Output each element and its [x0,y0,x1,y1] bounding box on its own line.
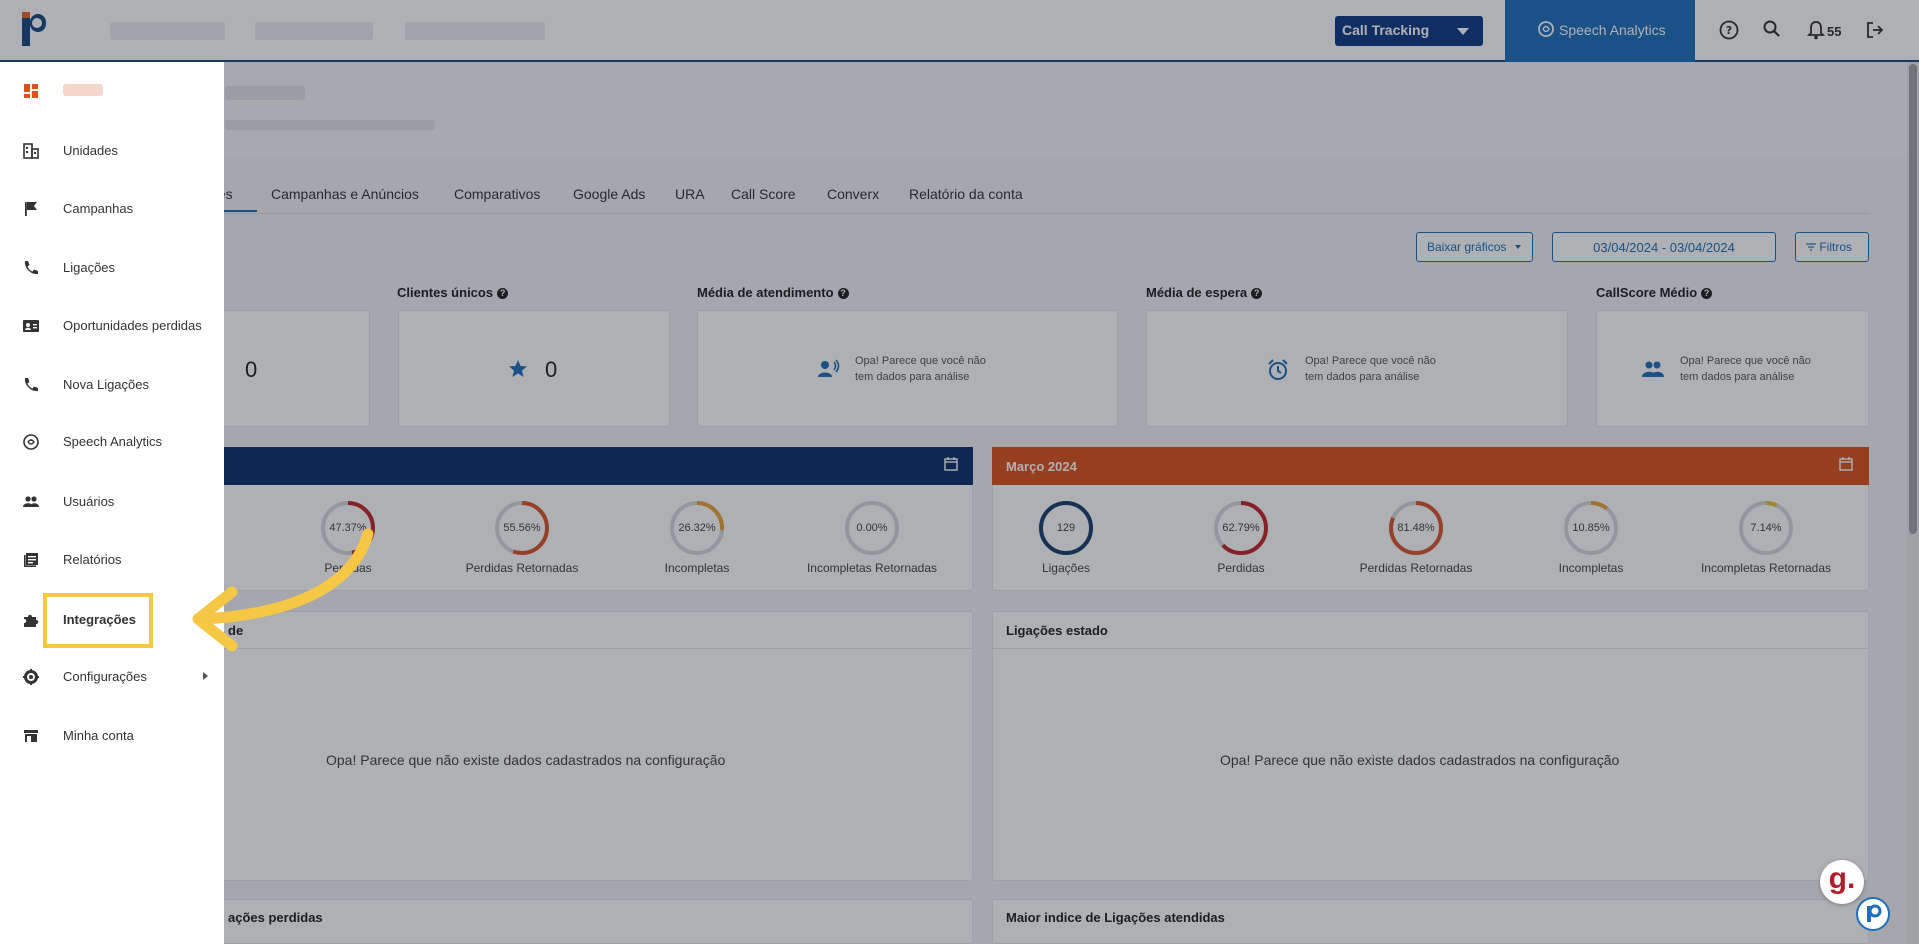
sidebar-item-label: Ligações [63,260,116,275]
users-icon [23,496,39,507]
dashboard-icon[interactable] [24,84,38,98]
sidebar-item-label: Nova Ligações [63,377,149,392]
pointer-arrow [192,528,374,652]
sidebar-item-nova-ligacoes[interactable]: Nova Ligações [0,365,224,405]
guide-badge[interactable]: g. [1820,860,1864,904]
sidebar-item-label: Oportunidades perdidas [63,318,202,333]
gear-icon [23,669,39,685]
store-icon [24,730,38,742]
dashboard-label-placeholder [63,84,103,96]
sidebar-item-label: Relatórios [63,552,122,567]
sidebar-item-configuracoes[interactable]: Configurações [0,657,224,697]
sidebar-item-usuarios[interactable]: Usuários [0,482,224,522]
dim-overlay [0,0,1919,944]
sidebar-item-label: Configurações [63,669,147,684]
phone-icon [24,378,38,392]
sidebar-item-campanhas[interactable]: Campanhas [0,189,224,229]
flag-icon [25,202,37,216]
sidebar-item-oportunidades-perdidas[interactable]: Oportunidades perdidas [0,306,224,346]
contact-card-icon [23,320,39,332]
sidebar-item-unidades[interactable]: Unidades [0,131,224,171]
phone-icon [24,261,38,275]
sidebar-item-label: Unidades [63,143,118,158]
sidebar-item-speech-analytics[interactable]: Speech Analytics [0,422,224,462]
chevron-right-icon [203,672,208,680]
reports-icon [24,553,38,567]
sidebar-item-label: Speech Analytics [63,434,163,449]
sidebar-item-label: Minha conta [63,728,134,743]
speech-analytics-icon [23,434,39,450]
building-icon [23,143,39,159]
sidebar-item-label: Integrações [63,612,136,627]
sidebar-item-ligacoes[interactable]: Ligações [0,248,224,288]
sidebar-item-label: Campanhas [63,201,134,216]
sidebar-item-label: Usuários [63,494,115,509]
puzzle-icon [24,614,39,627]
chat-bubble-icon[interactable] [1856,897,1890,931]
sidebar-item-minha-conta[interactable]: Minha conta [0,716,224,756]
